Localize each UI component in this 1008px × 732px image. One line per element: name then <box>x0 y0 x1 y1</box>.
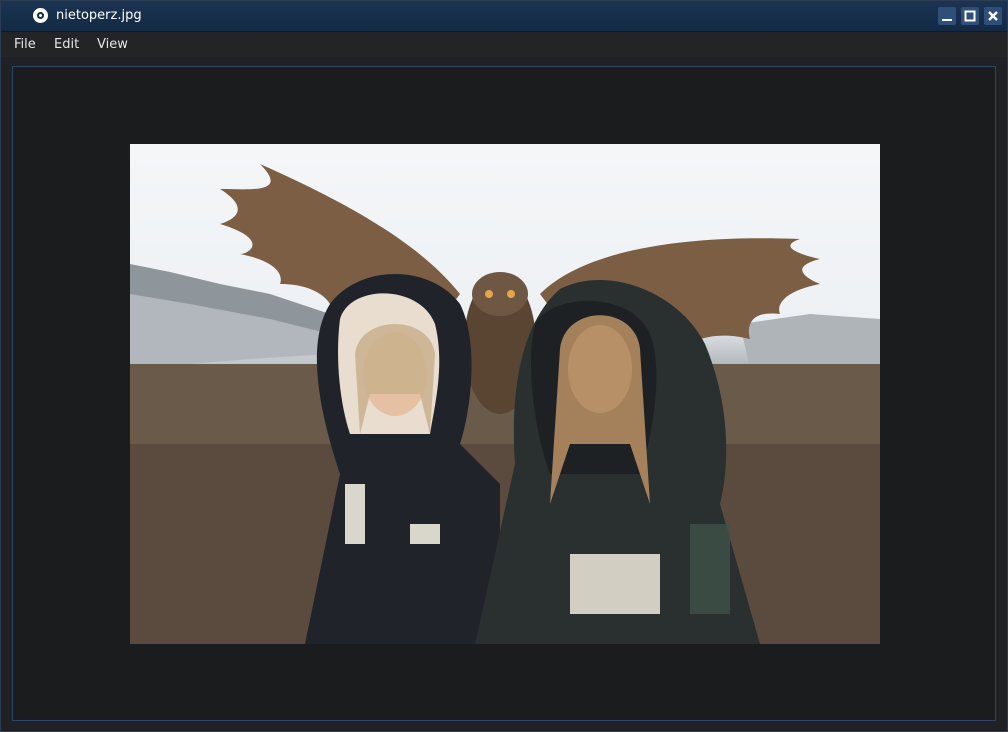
title-bar[interactable]: nietoperz.jpg <box>1 1 1007 32</box>
close-button[interactable] <box>984 7 1002 25</box>
close-icon <box>988 11 998 21</box>
minimize-icon <box>942 19 952 21</box>
maximize-icon <box>964 10 976 22</box>
window-title: nietoperz.jpg <box>56 8 142 23</box>
minimize-button[interactable] <box>938 7 956 25</box>
photo-illustration <box>130 164 880 644</box>
menu-file[interactable]: File <box>14 37 36 52</box>
menu-edit[interactable]: Edit <box>54 37 79 52</box>
app-icon <box>33 8 48 23</box>
maximize-button[interactable] <box>961 7 979 25</box>
image-viewer-window: nietoperz.jpg File Edit View <box>0 0 1008 732</box>
displayed-photo <box>130 144 880 644</box>
menu-view[interactable]: View <box>97 37 128 52</box>
menu-bar: File Edit View <box>1 32 1007 57</box>
